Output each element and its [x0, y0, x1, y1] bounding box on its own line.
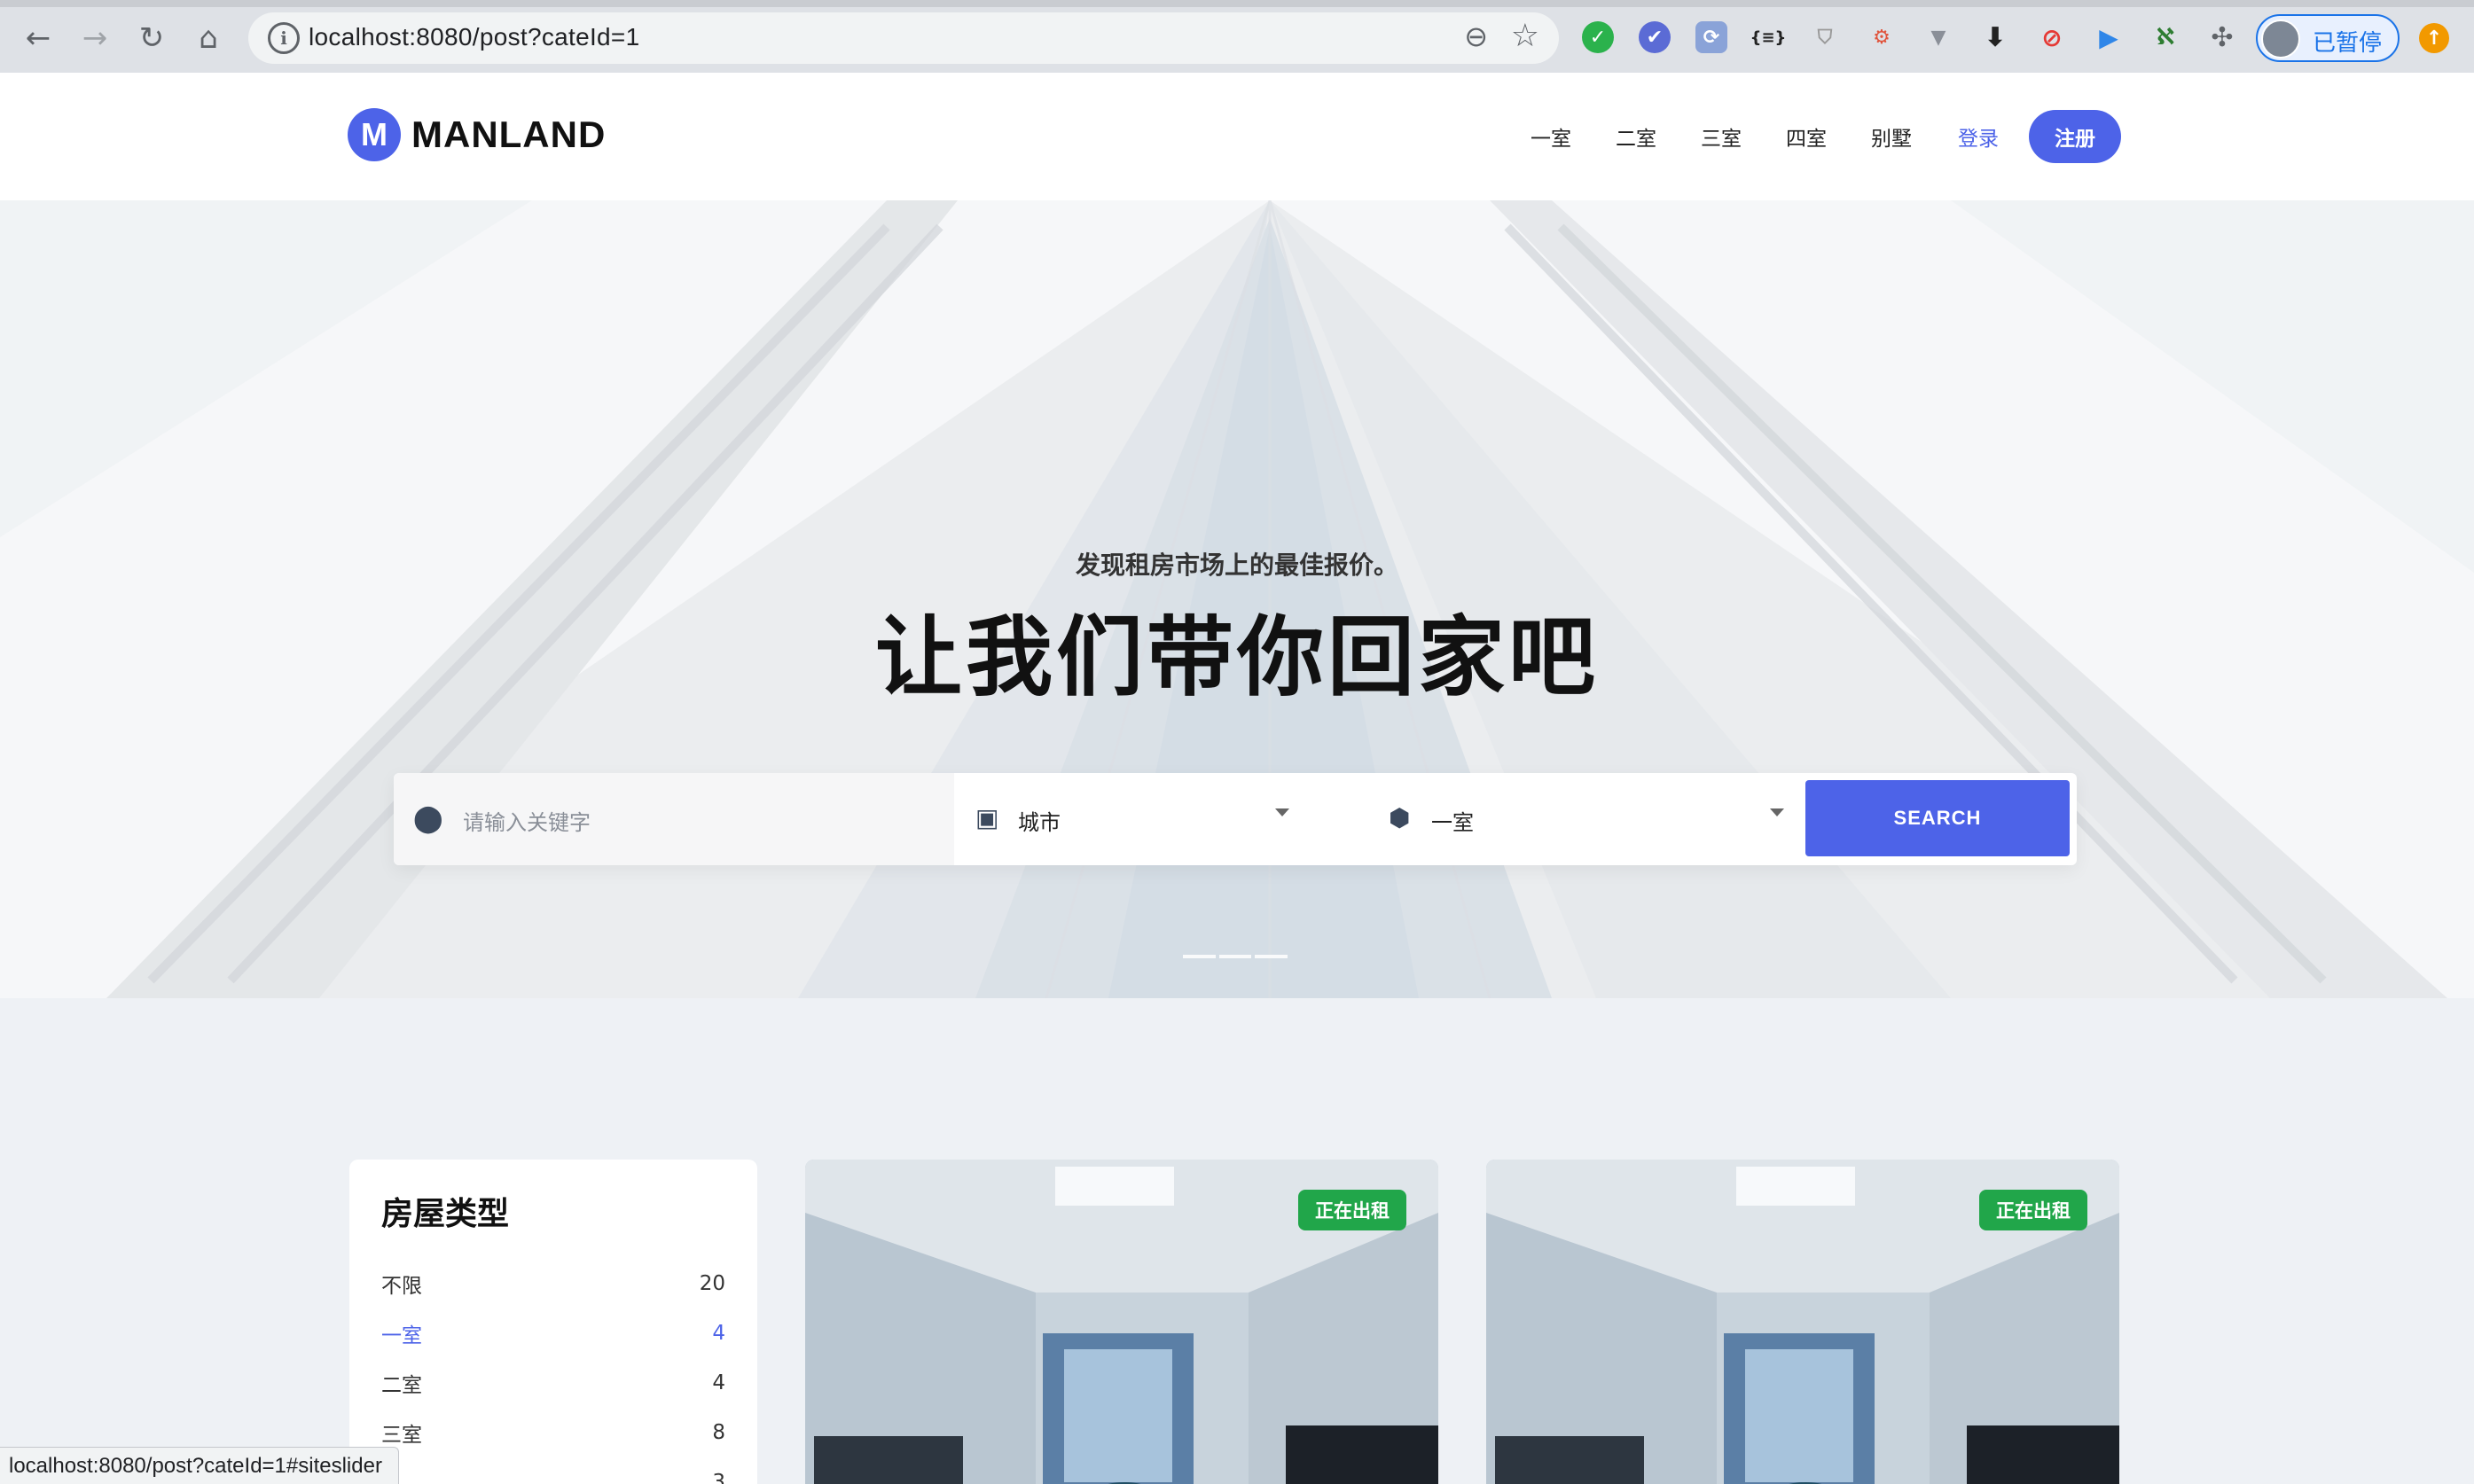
category-item[interactable]: 二室 4 — [381, 1365, 725, 1401]
category-count: 4 — [712, 1371, 725, 1394]
extension-translate-icon[interactable]: ⟳ — [1695, 21, 1727, 53]
home-icon[interactable]: ⌂ — [186, 16, 231, 60]
keyword-placeholder: 请输入关键字 — [463, 810, 591, 835]
nav-item-two-room[interactable]: 二室 — [1616, 121, 1656, 152]
category-item[interactable]: 不限 20 — [381, 1266, 725, 1301]
hero-slider: 发现租房市场上的最佳报价。 让我们带你回家吧 — [0, 200, 2474, 998]
category-count: 4 — [712, 1322, 725, 1345]
hero-title: 让我们带你回家吧 — [874, 607, 1599, 708]
site-logo[interactable]: M MANLAND — [348, 108, 606, 161]
location-pin-icon: ⬤ — [413, 803, 443, 834]
address-url[interactable]: localhost:8080/post?cateId=1 — [309, 23, 639, 51]
panel-title: 房屋类型 — [381, 1196, 510, 1232]
listing-card[interactable]: 正在出租 — [1486, 1160, 2119, 1484]
update-icon[interactable]: ↑ — [2419, 23, 2449, 53]
status-badge: 正在出租 — [1979, 1190, 2087, 1230]
bookmark-star-icon[interactable]: ☆ — [1511, 18, 1539, 54]
tab-strip — [0, 0, 2474, 7]
extension-puzzle-green-icon[interactable]: ℵ — [2149, 21, 2181, 53]
slider-dot[interactable] — [1255, 955, 1288, 958]
login-link[interactable]: 登录 — [1958, 121, 1999, 152]
extension-shield-icon[interactable]: ⛉ — [1809, 21, 1841, 53]
extension-json-icon[interactable]: {≡} — [1750, 21, 1787, 53]
extensions-icon[interactable]: ✣ — [2206, 21, 2238, 53]
status-bar-url: localhost:8080/post?cateId=1#siteslider — [0, 1447, 399, 1484]
category-count: 20 — [699, 1272, 725, 1295]
extension-flash-icon[interactable]: ⊘ — [2036, 21, 2068, 53]
forward-icon[interactable]: → — [73, 16, 117, 60]
avatar — [2261, 20, 2300, 59]
address-bar[interactable]: i localhost:8080/post?cateId=1 ⊖ ☆ — [248, 12, 1559, 64]
slider-indicators — [1183, 955, 1288, 960]
zoom-icon[interactable]: ⊖ — [1464, 20, 1488, 53]
profile-button[interactable]: 已暂停 — [2256, 14, 2400, 62]
main-nav: 一室 二室 三室 四室 别墅 登录 注册 — [1486, 110, 2121, 163]
category-label: 不限 — [381, 1275, 422, 1298]
slider-dot[interactable] — [1218, 955, 1252, 958]
info-icon[interactable]: i — [268, 22, 300, 54]
category-label: 二室 — [381, 1374, 422, 1397]
back-icon[interactable]: ← — [16, 16, 60, 60]
keyword-input[interactable]: ⬤ 请输入关键字 — [394, 773, 954, 865]
nav-item-villa[interactable]: 别墅 — [1871, 121, 1912, 152]
category-item[interactable]: 3 — [381, 1464, 725, 1484]
logo-mark: M — [348, 108, 401, 161]
nav-item-four-room[interactable]: 四室 — [1786, 121, 1827, 152]
extension-download-icon[interactable]: ⬇ — [1979, 21, 2011, 53]
site-header: M MANLAND 一室 二室 三室 四室 别墅 登录 注册 — [0, 73, 2474, 200]
extension-green-icon[interactable]: ✓ — [1582, 21, 1614, 53]
category-item[interactable]: 三室 8 — [381, 1415, 725, 1450]
extension-vue-icon[interactable]: ▼ — [1922, 21, 1954, 53]
reload-icon[interactable]: ↻ — [129, 16, 174, 60]
slider-dot[interactable] — [1183, 955, 1216, 958]
search-bar: ⬤ 请输入关键字 ▣ 城市 ⬢ 一室 SEARCH — [394, 773, 2077, 865]
home-shield-icon: ⬢ — [1389, 803, 1411, 832]
logo-text: MANLAND — [411, 113, 607, 155]
category-count: 3 — [712, 1471, 725, 1484]
register-button[interactable]: 注册 — [2029, 110, 2121, 163]
map-icon: ▣ — [975, 803, 999, 832]
extension-check-icon[interactable]: ✔ — [1639, 21, 1671, 53]
status-badge: 正在出租 — [1298, 1190, 1406, 1230]
page-viewport: M MANLAND 一室 二室 三室 四室 别墅 登录 注册 发现租房市场上的最… — [0, 73, 2474, 1484]
city-select-value: 城市 — [1018, 810, 1061, 835]
category-label: 一室 — [381, 1324, 422, 1347]
house-type-panel: 房屋类型 不限 20 一室 4 二室 4 三室 8 3 — [349, 1160, 757, 1484]
extension-network-icon[interactable]: ⚙ — [1866, 21, 1898, 53]
extension-play-icon[interactable]: ▶ — [2093, 21, 2125, 53]
hero-subtitle: 发现租房市场上的最佳报价。 — [1075, 551, 1398, 580]
profile-label: 已暂停 — [2313, 30, 2383, 57]
browser-toolbar: ← → ↻ ⌂ i localhost:8080/post?cateId=1 ⊖… — [0, 0, 2474, 73]
chevron-down-icon — [1275, 808, 1289, 816]
room-select[interactable]: ⬢ 一室 — [1367, 773, 1784, 865]
nav-item-three-room[interactable]: 三室 — [1701, 121, 1742, 152]
category-count: 8 — [712, 1421, 725, 1444]
category-label: 三室 — [381, 1424, 422, 1447]
room-select-value: 一室 — [1431, 810, 1474, 835]
nav-item-one-room[interactable]: 一室 — [1531, 121, 1571, 152]
search-button[interactable]: SEARCH — [1805, 780, 2070, 856]
category-item-active[interactable]: 一室 4 — [381, 1316, 725, 1351]
listing-card[interactable]: 正在出租 — [805, 1160, 1438, 1484]
chevron-down-icon — [1770, 808, 1784, 816]
